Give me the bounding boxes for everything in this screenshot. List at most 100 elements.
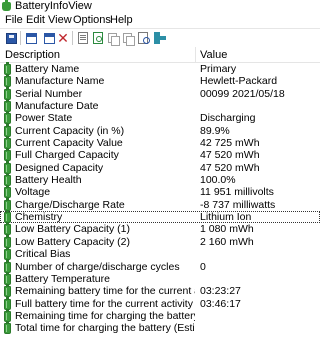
battery-icon xyxy=(4,160,11,174)
list-item[interactable]: Critical Bias xyxy=(0,247,320,261)
copy-button[interactable] xyxy=(106,31,120,46)
list-item[interactable]: Serial Number 00099 2021/05/18 xyxy=(0,86,320,100)
battery-icon xyxy=(4,197,11,211)
list-item[interactable]: Total time for charging the battery (Est… xyxy=(0,321,320,335)
row-label: Power State xyxy=(15,112,73,125)
title-bar: BatteryInfoView xyxy=(0,0,320,13)
row-label: Battery Temperature xyxy=(15,272,110,285)
menu-help[interactable]: Help xyxy=(110,13,133,28)
copy-all-icon xyxy=(122,32,135,46)
properties-icon xyxy=(25,32,37,44)
list-item[interactable]: Remaining battery time for the current a… xyxy=(0,284,320,298)
menu-edit[interactable]: Edit xyxy=(26,13,45,28)
battery-icon xyxy=(4,296,11,310)
row-value: 0 xyxy=(200,260,206,273)
refresh-icon xyxy=(93,32,103,44)
battery-icon xyxy=(4,259,11,273)
column-resize-handle[interactable] xyxy=(195,47,196,63)
list-item[interactable]: Current Capacity (in %) 89.9% xyxy=(0,123,320,137)
row-label: Low Battery Capacity (2) xyxy=(15,235,130,248)
html-report-icon xyxy=(43,32,55,44)
battery-icon xyxy=(4,321,11,335)
list-item[interactable]: Current Capacity Value 42 725 mWh xyxy=(0,136,320,150)
exit-button[interactable] xyxy=(153,31,167,45)
row-value: 89.9% xyxy=(200,124,230,137)
row-value: 11 951 millivolts xyxy=(200,186,274,199)
copy-all-button[interactable] xyxy=(121,31,135,46)
row-value: 2 160 mWh xyxy=(200,235,254,248)
battery-icon xyxy=(4,308,11,322)
list-item[interactable]: Manufacture Name Hewlett-Packard xyxy=(0,74,320,88)
row-label: Chemistry xyxy=(15,211,63,224)
list-item[interactable]: Full Charged Capacity 47 520 mWh xyxy=(0,148,320,162)
column-header-description[interactable]: Description xyxy=(5,47,60,63)
menu-file[interactable]: File xyxy=(5,13,23,28)
row-label: Critical Bias xyxy=(15,248,71,261)
list-item[interactable]: Manufacture Date xyxy=(0,99,320,113)
row-label: Number of charge/discharge cycles xyxy=(15,260,180,273)
list-item[interactable]: Voltage 11 951 millivolts xyxy=(0,185,320,199)
row-value: Hewlett-Packard xyxy=(200,75,278,88)
page-icon xyxy=(78,32,88,44)
row-label: Current Capacity (in %) xyxy=(15,124,125,137)
save-icon xyxy=(5,32,17,44)
battery-icon xyxy=(4,210,11,224)
menu-options[interactable]: Options xyxy=(73,13,111,28)
list-item[interactable]: Low Battery Capacity (2) 2 160 mWh xyxy=(0,234,320,248)
delete-button[interactable]: ✕ xyxy=(56,31,70,45)
row-value: 47 520 mWh xyxy=(200,149,260,162)
list-item[interactable]: Full battery time for the current activi… xyxy=(0,296,320,310)
list-item[interactable]: Low Battery Capacity (1) 1 080 mWh xyxy=(0,222,320,236)
toolbar: ✕ xyxy=(0,28,320,46)
row-label: Charge/Discharge Rate xyxy=(15,198,125,211)
battery-icon xyxy=(4,284,11,298)
row-label: Current Capacity Value xyxy=(15,137,123,150)
row-label: Manufacture Name xyxy=(15,75,105,88)
list-item[interactable]: Chemistry Lithium Ion xyxy=(0,210,320,224)
battery-icon xyxy=(4,136,11,150)
row-value: 03:23:27 xyxy=(200,285,241,298)
battery-icon xyxy=(4,185,11,199)
row-label: Manufacture Date xyxy=(15,100,99,113)
list-item[interactable]: Designed Capacity 47 520 mWh xyxy=(0,160,320,174)
row-label: Full battery time for the current activi… xyxy=(15,297,195,310)
list-item[interactable]: Battery Health 100.0% xyxy=(0,173,320,187)
find-button[interactable] xyxy=(137,31,151,45)
battery-icon xyxy=(4,86,11,100)
battery-icon xyxy=(4,123,11,137)
list-item[interactable]: Power State Discharging xyxy=(0,111,320,125)
battery-icon xyxy=(4,222,11,236)
row-value: Primary xyxy=(200,63,237,75)
row-value: 42 725 mWh xyxy=(200,137,260,150)
list-item[interactable]: Remaining time for charging the battery … xyxy=(0,308,320,322)
menu-view[interactable]: View xyxy=(48,13,72,28)
row-label: Battery Health xyxy=(15,174,82,187)
html-report-button[interactable] xyxy=(42,31,56,45)
row-value: 100.0% xyxy=(200,174,236,187)
row-label: Low Battery Capacity (1) xyxy=(15,223,130,236)
page-button[interactable] xyxy=(76,31,90,45)
row-label: Voltage xyxy=(15,186,51,199)
battery-icon xyxy=(4,62,11,75)
battery-icon xyxy=(4,111,11,125)
list-item[interactable]: Battery Name Primary xyxy=(0,62,320,75)
battery-icon xyxy=(4,74,11,88)
row-label: Serial Number xyxy=(15,87,83,100)
battery-icon xyxy=(4,234,11,248)
list-item[interactable]: Battery Temperature xyxy=(0,271,320,285)
refresh-button[interactable] xyxy=(91,31,105,45)
row-label: Designed Capacity xyxy=(15,161,104,174)
toolbar-separator xyxy=(20,31,21,45)
properties-button[interactable] xyxy=(24,31,38,45)
list-header: Description Value xyxy=(0,47,320,63)
list-item[interactable]: Charge/Discharge Rate -8 737 milliwatts xyxy=(0,197,320,211)
column-header-value[interactable]: Value xyxy=(200,47,227,63)
save-button[interactable] xyxy=(4,31,18,45)
list-item[interactable]: Number of charge/discharge cycles 0 xyxy=(0,259,320,273)
row-value: 1 080 mWh xyxy=(200,223,254,236)
toolbar-separator xyxy=(72,31,73,45)
battery-icon xyxy=(4,148,11,162)
battery-icon xyxy=(4,271,11,285)
row-value: 47 520 mWh xyxy=(200,161,260,174)
row-label: Total time for charging the battery (Est… xyxy=(15,322,195,335)
